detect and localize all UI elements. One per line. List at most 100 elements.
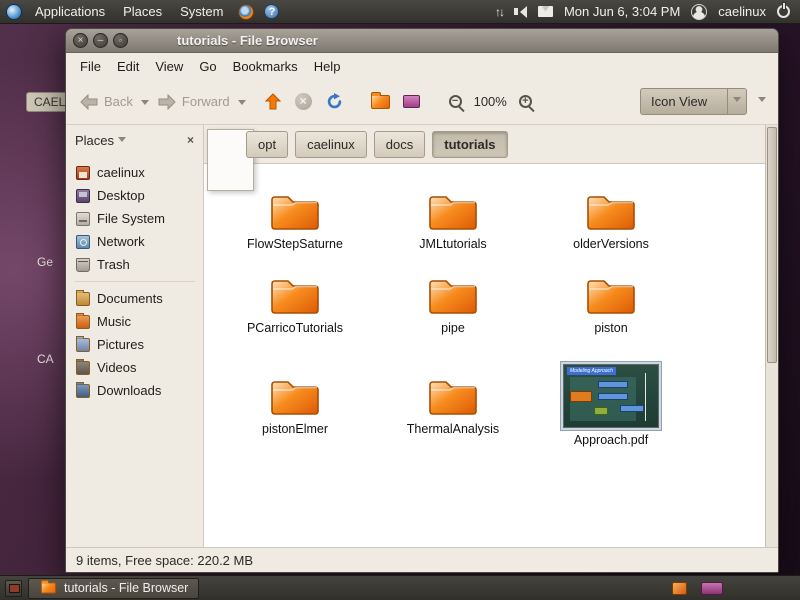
menu-edit[interactable]: Edit <box>109 55 147 78</box>
sidebar-item-pictures[interactable]: Pictures <box>66 333 203 356</box>
file-label: Approach.pdf <box>574 433 648 447</box>
home-button[interactable] <box>366 91 395 113</box>
pdf-thumbnail: Modeling Approach <box>563 364 659 428</box>
stop-button[interactable] <box>290 89 317 114</box>
sidebar-item-label: caelinux <box>97 165 145 180</box>
menu-view[interactable]: View <box>147 55 191 78</box>
videos-icon <box>76 361 90 375</box>
sidebar-item-label: Music <box>97 314 131 329</box>
sidebar-item-documents[interactable]: Documents <box>66 287 203 310</box>
up-button[interactable] <box>259 89 287 114</box>
panel-menu-system[interactable]: System <box>171 0 232 24</box>
reload-button[interactable] <box>320 89 349 114</box>
folder-icon <box>585 190 637 232</box>
trash-icon <box>76 258 90 272</box>
folder-icon <box>427 274 479 316</box>
scrollbar-thumb[interactable] <box>767 127 777 363</box>
home-icon <box>76 166 90 180</box>
file-item-pipe[interactable]: pipe <box>374 262 532 346</box>
sidebar-item-desktop[interactable]: Desktop <box>66 184 203 207</box>
firefox-launcher-icon[interactable] <box>238 4 254 20</box>
sidebar-item-label: Network <box>97 234 145 249</box>
menu-go[interactable]: Go <box>191 55 224 78</box>
pathbar-button-tutorials[interactable]: tutorials <box>432 131 507 158</box>
vertical-scrollbar[interactable] <box>765 125 778 547</box>
taskbar-applet-orange-icon[interactable] <box>672 582 687 595</box>
file-grid: FlowStepSaturneJMLtutorialsolderVersions… <box>204 163 765 547</box>
file-item-piston[interactable]: piston <box>532 262 690 346</box>
file-item-pcarricotutorials[interactable]: PCarricoTutorials <box>216 262 374 346</box>
user-menu[interactable]: caelinux <box>718 4 766 19</box>
task-button[interactable]: tutorials - File Browser <box>28 578 199 599</box>
sidebar-title[interactable]: Places <box>75 133 114 148</box>
file-item-olderversions[interactable]: olderVersions <box>532 178 690 262</box>
window-close-button[interactable] <box>73 33 88 48</box>
taskbar: tutorials - File Browser <box>0 575 800 600</box>
sidebar-item-trash[interactable]: Trash <box>66 253 203 276</box>
menu-file[interactable]: File <box>72 55 109 78</box>
pathbar-button-docs[interactable]: docs <box>374 131 425 158</box>
zoom-in-icon <box>519 95 532 108</box>
sidebar-item-file-system[interactable]: File System <box>66 207 203 230</box>
folder-icon <box>427 190 479 232</box>
file-item-thermalanalysis[interactable]: ThermalAnalysis <box>374 346 532 464</box>
keyboard-indicator-icon[interactable]: ↑↓ <box>495 5 503 19</box>
sidebar-item-caelinux[interactable]: caelinux <box>66 161 203 184</box>
clock[interactable]: Mon Jun 6, 3:04 PM <box>564 4 680 19</box>
back-dropdown-icon[interactable] <box>141 100 149 109</box>
sidebar-item-label: Trash <box>97 257 130 272</box>
distro-logo-icon[interactable] <box>6 4 22 20</box>
volume-icon[interactable] <box>514 6 527 18</box>
help-launcher-icon[interactable]: ? <box>264 4 279 19</box>
sidebar-separator <box>74 281 195 282</box>
sidebar-item-label: Desktop <box>97 188 145 203</box>
zoom-in-button[interactable] <box>514 91 537 112</box>
sidebar-item-music[interactable]: Music <box>66 310 203 333</box>
sidebar-title-dropdown-icon[interactable] <box>118 137 126 146</box>
menu-help[interactable]: Help <box>306 55 349 78</box>
folder-icon <box>269 274 321 316</box>
computer-button[interactable] <box>398 91 425 112</box>
file-item-approach-pdf[interactable]: Modeling Approach Approach.pdf <box>532 346 690 464</box>
file-label: PCarricoTutorials <box>247 321 343 335</box>
view-mode-select[interactable]: Icon View <box>640 88 747 115</box>
toolbar: Back Forward 100% Icon View <box>66 79 778 125</box>
show-desktop-button[interactable] <box>5 580 22 597</box>
menu-bookmarks[interactable]: Bookmarks <box>225 55 306 78</box>
file-item-jmltutorials[interactable]: JMLtutorials <box>374 178 532 262</box>
sidebar-item-videos[interactable]: Videos <box>66 356 203 379</box>
sidebar-close-button[interactable] <box>187 133 194 147</box>
window-minimize-button[interactable] <box>93 33 108 48</box>
sidebar-item-downloads[interactable]: Downloads <box>66 379 203 402</box>
panel-menu-places[interactable]: Places <box>114 0 171 24</box>
panel-menu-list: ApplicationsPlacesSystem <box>26 0 232 24</box>
pathbar-button-opt[interactable]: opt <box>246 131 288 158</box>
forward-button[interactable]: Forward <box>152 89 235 115</box>
file-label: ThermalAnalysis <box>407 422 499 436</box>
power-icon[interactable] <box>777 5 790 18</box>
pathbar-button-caelinux[interactable]: caelinux <box>295 131 367 158</box>
workspace-switcher[interactable] <box>701 582 723 595</box>
window-body: Places caelinux Desktop File System Network… <box>66 125 778 547</box>
content-pane: opt caelinux docs tutorials FlowStepSaturne… <box>204 125 765 547</box>
zoom-out-button[interactable] <box>444 91 467 112</box>
mail-indicator-icon[interactable] <box>538 6 553 17</box>
stop-icon <box>295 93 312 110</box>
sidebar-item-network[interactable]: Network <box>66 230 203 253</box>
sidebar-item-label: Downloads <box>97 383 161 398</box>
panel-menu-applications[interactable]: Applications <box>26 0 114 24</box>
menubar: FileEditViewGoBookmarksHelp <box>66 53 778 79</box>
reload-icon <box>325 93 344 110</box>
back-button[interactable]: Back <box>74 89 138 115</box>
desktop-icon-label[interactable]: CA <box>37 352 54 366</box>
desktop-icon-label[interactable]: Ge <box>37 255 53 269</box>
user-avatar-icon[interactable] <box>691 4 707 20</box>
network-icon <box>76 235 90 249</box>
window-maximize-button[interactable] <box>113 33 128 48</box>
music-icon <box>76 315 90 329</box>
forward-dropdown-icon[interactable] <box>238 100 246 109</box>
taskbar-right-area <box>672 582 723 595</box>
file-item-pistonelmer[interactable]: pistonElmer <box>216 346 374 464</box>
toolbar-overflow-icon[interactable] <box>758 97 766 106</box>
titlebar[interactable]: tutorials - File Browser <box>66 29 778 53</box>
